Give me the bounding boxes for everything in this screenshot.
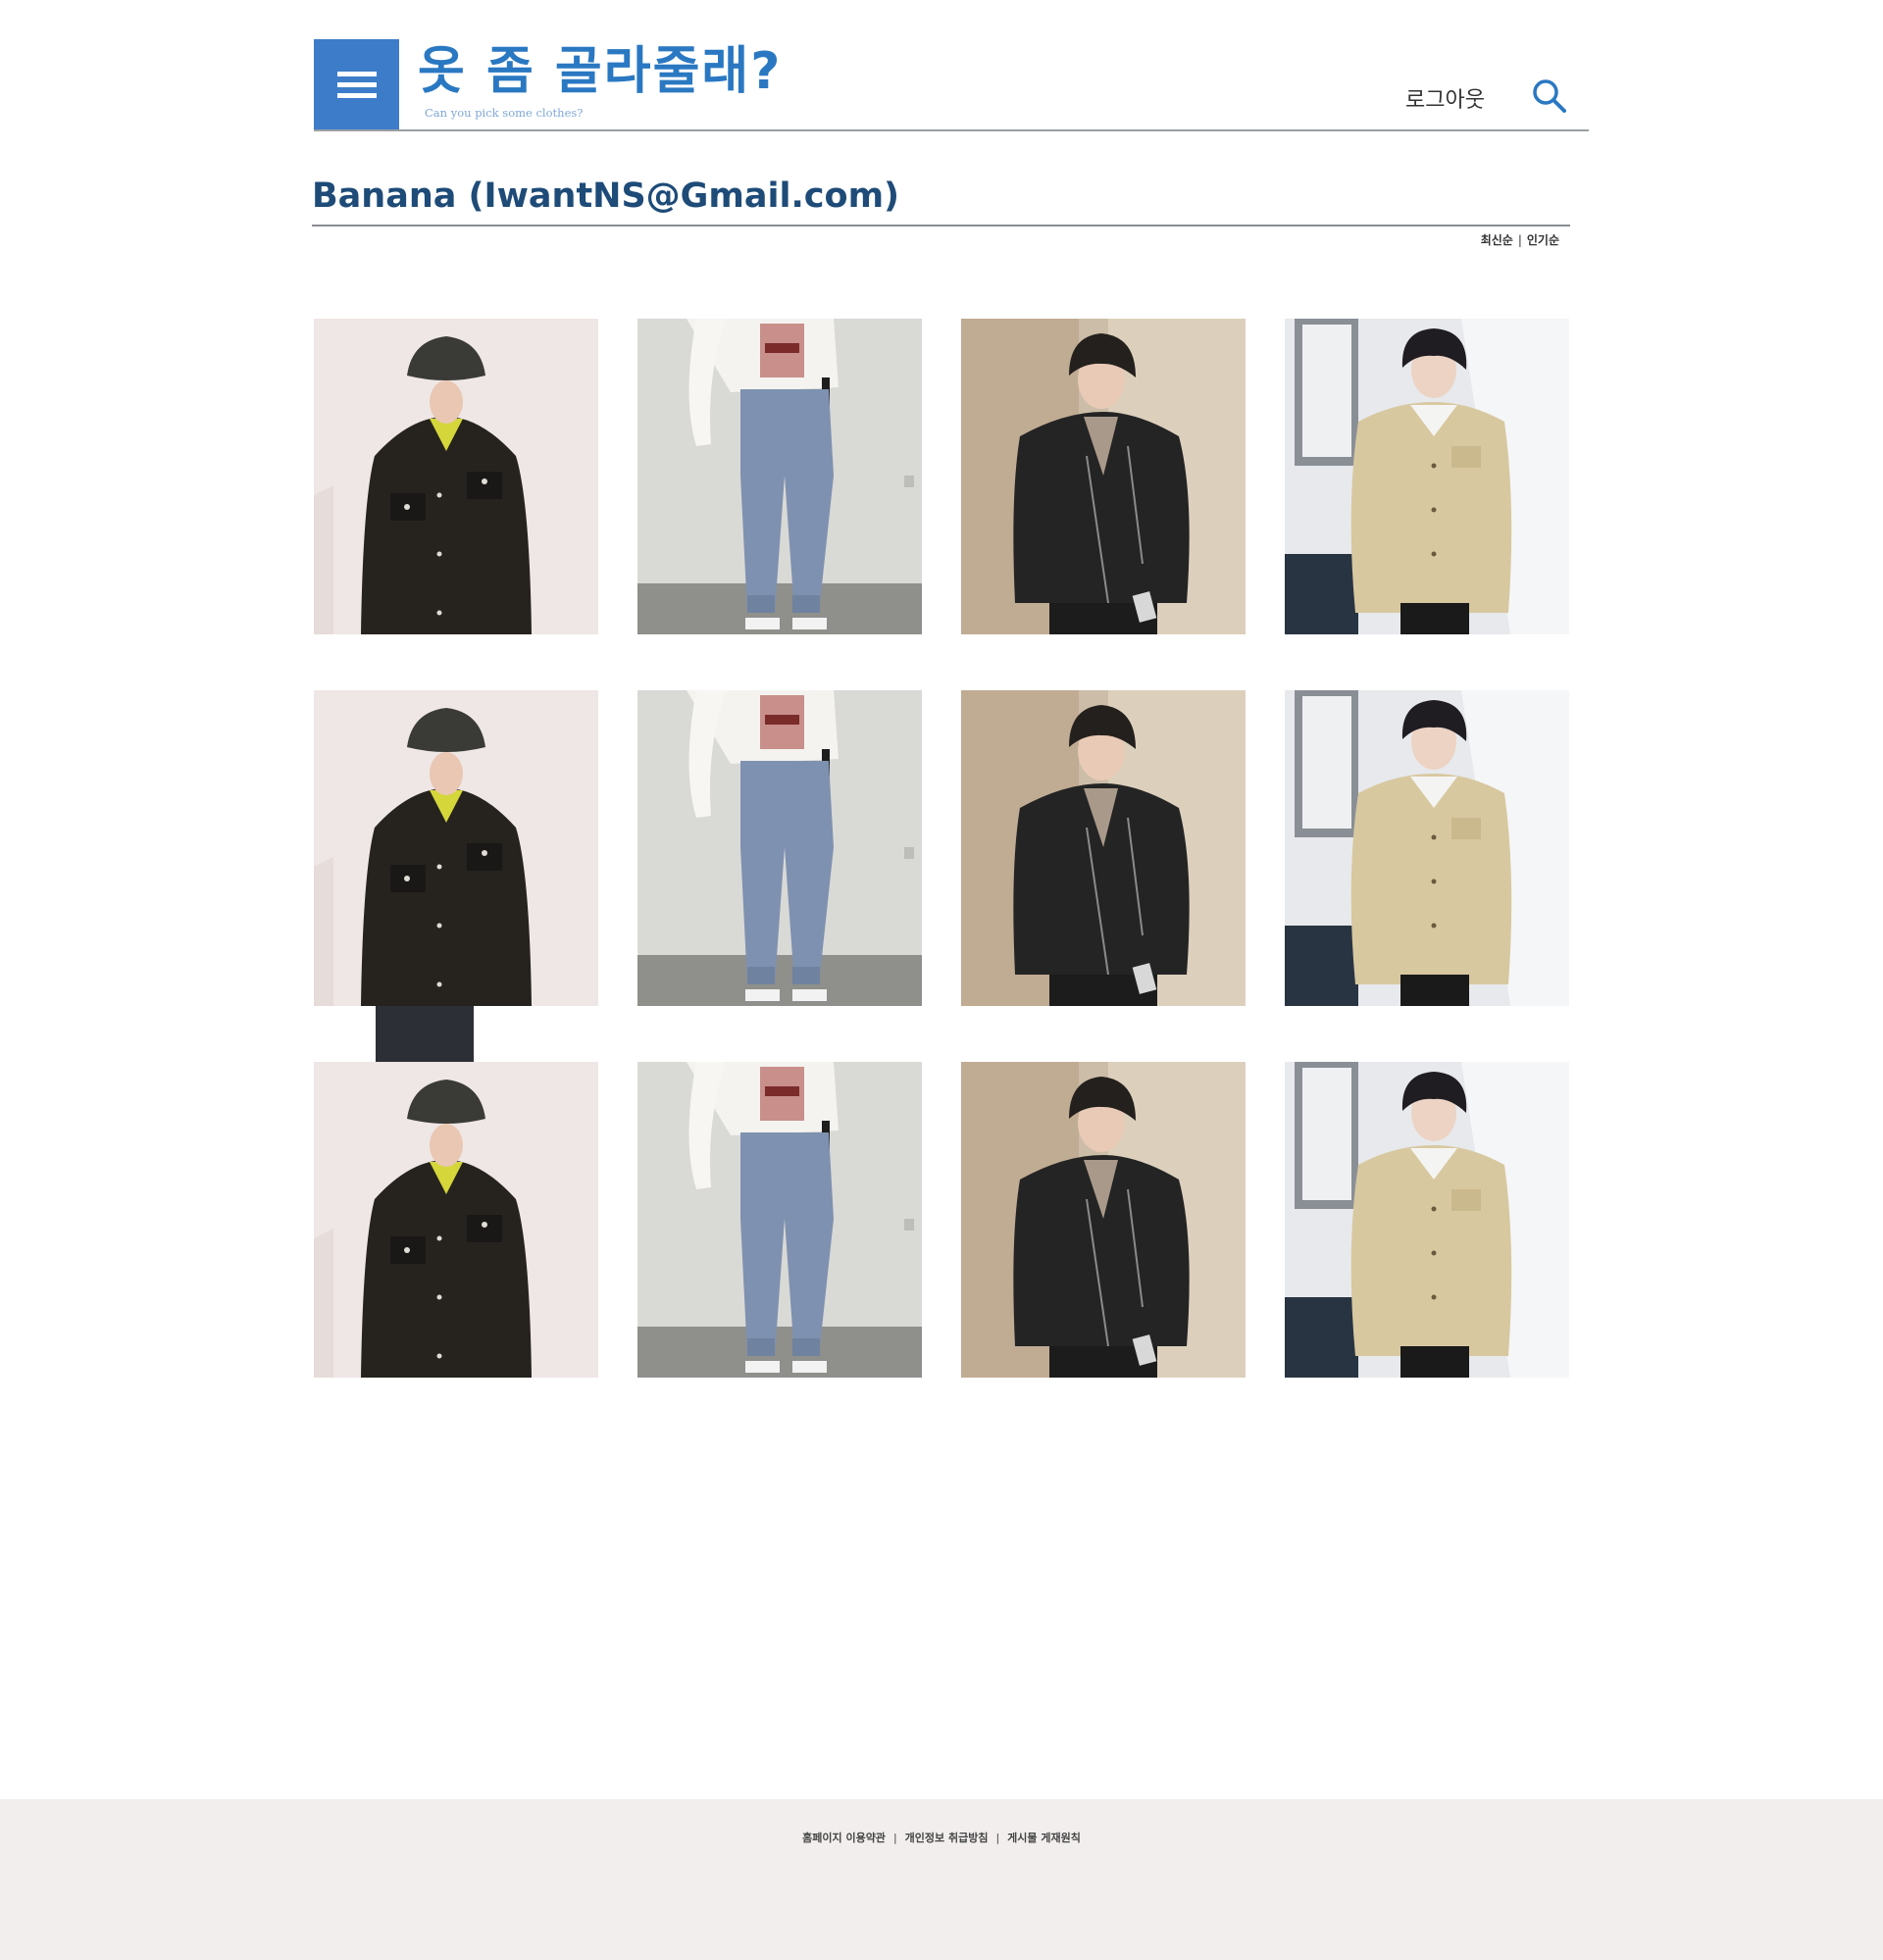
hamburger-menu-icon[interactable] (314, 39, 399, 129)
title-divider (312, 225, 1570, 226)
sort-separator: | (1517, 233, 1522, 247)
menu-bar (337, 93, 377, 98)
footer-link-posting-policy[interactable]: 게시물 게재원칙 (1007, 1832, 1081, 1844)
header: 옷 좀 골라줄래? Can you pick some clothes? 로그아… (314, 39, 1589, 131)
outfit-card[interactable] (1285, 319, 1569, 634)
outfit-card[interactable] (1285, 690, 1569, 1006)
outfit-card[interactable] (314, 1062, 598, 1378)
outfit-card[interactable] (314, 319, 598, 634)
outfit-card[interactable] (961, 319, 1246, 634)
outfit-image (637, 690, 922, 1006)
outfit-card[interactable] (314, 690, 598, 1006)
footer-separator: | (995, 1832, 1000, 1844)
outfit-image (961, 690, 1246, 1006)
outfit-image (1285, 690, 1569, 1006)
outfit-image (637, 319, 922, 634)
outfit-image (637, 1062, 922, 1378)
footer: 홈페이지 이용약관 | 개인정보 취급방침 | 게시물 게재원칙 (0, 1799, 1883, 1960)
logo-subtitle: Can you pick some clothes? (425, 106, 584, 120)
outfit-card[interactable] (1285, 1062, 1569, 1378)
outfit-card[interactable] (961, 690, 1246, 1006)
outfit-image (1285, 1062, 1569, 1378)
sort-latest-link[interactable]: 최신순 (1481, 233, 1513, 247)
profile-title: Banana (IwantNS@Gmail.com) (312, 176, 900, 216)
menu-bar (337, 82, 377, 87)
outfit-card[interactable] (637, 1062, 922, 1378)
outfit-card[interactable] (637, 319, 922, 634)
outfit-image (314, 1062, 598, 1378)
outfit-image (961, 319, 1246, 634)
sort-options: 최신순 | 인기순 (1373, 231, 1559, 248)
footer-separator: | (892, 1832, 897, 1844)
outfit-card[interactable] (961, 1062, 1246, 1378)
footer-links: 홈페이지 이용약관 | 개인정보 취급방침 | 게시물 게재원칙 (0, 1830, 1883, 1845)
menu-bar (337, 72, 377, 76)
outfit-image (1285, 319, 1569, 634)
footer-link-privacy[interactable]: 개인정보 취급방침 (905, 1832, 989, 1844)
outfit-image (314, 690, 598, 1006)
outfit-card[interactable] (637, 690, 922, 1006)
outfit-image (961, 1062, 1246, 1378)
footer-link-terms[interactable]: 홈페이지 이용약관 (802, 1832, 886, 1844)
logout-link[interactable]: 로그아웃 (1405, 82, 1485, 114)
hover-overlay (376, 1006, 474, 1062)
search-icon[interactable] (1530, 76, 1569, 116)
sort-popular-link[interactable]: 인기순 (1527, 233, 1559, 247)
outfit-image (314, 319, 598, 634)
logo-title[interactable]: 옷 좀 골라줄래? (418, 41, 782, 102)
